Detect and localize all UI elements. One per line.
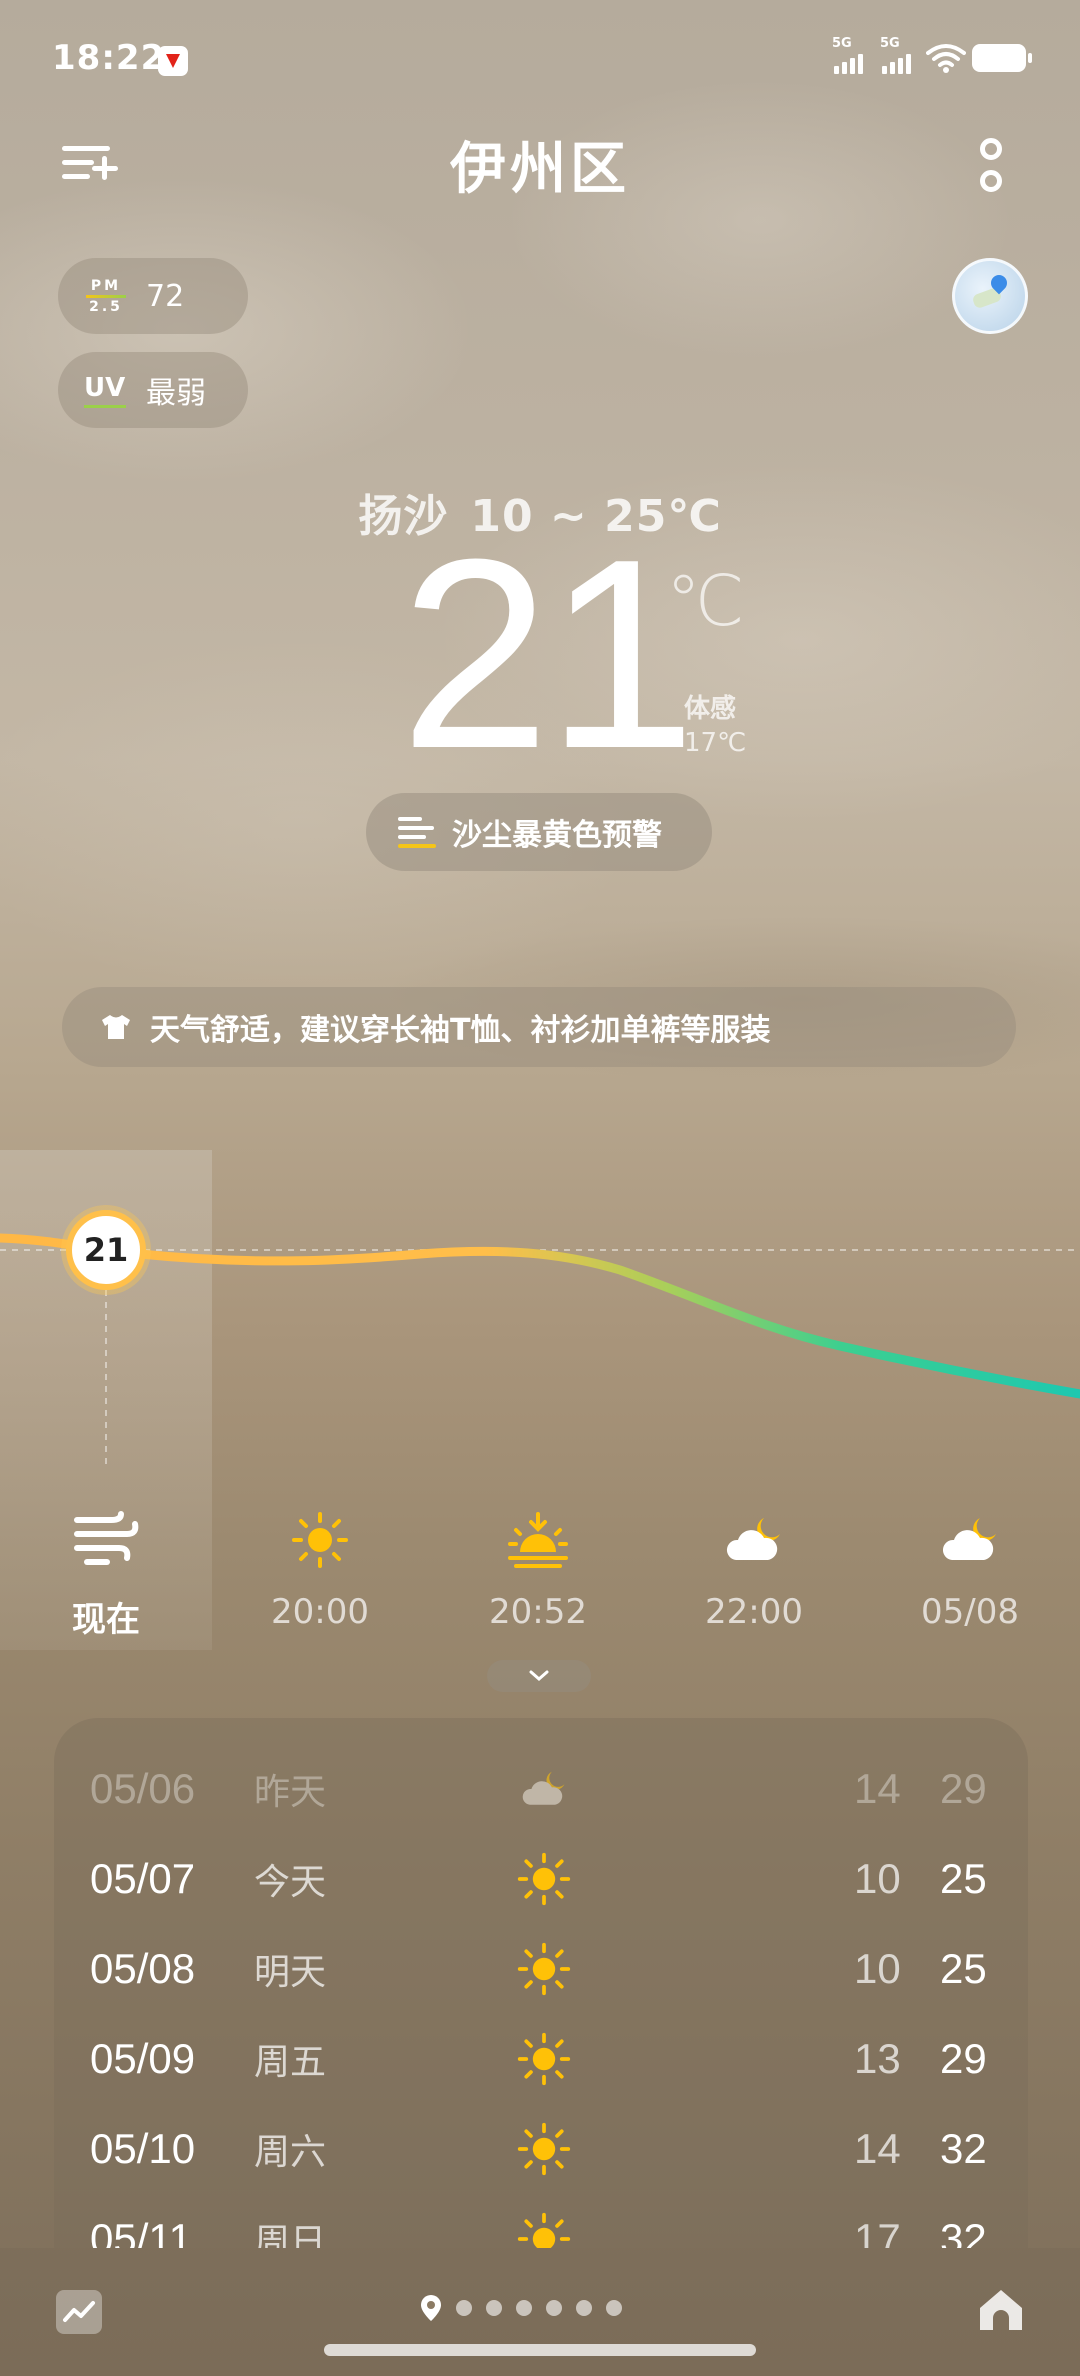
sun-icon — [517, 1942, 571, 1996]
hour-label: 22:00 — [705, 1592, 803, 1632]
gesture-bar[interactable] — [324, 2344, 756, 2356]
dust-storm-icon — [398, 815, 438, 849]
day-low: 10 — [854, 1855, 901, 1902]
pm25-icon: PM 2.5 — [86, 278, 126, 315]
sun-icon — [517, 2122, 571, 2176]
feels-like-label: 体感 — [684, 694, 737, 724]
trend-button[interactable] — [56, 2290, 102, 2334]
day-low: 10 — [854, 1945, 901, 1992]
daily-forecast-card[interactable]: 05/06 昨天 14 29 05/07 今天 10 25 05/08 明天 1… — [54, 1718, 1028, 2248]
current-temperature: 21 — [400, 504, 696, 805]
hour-item[interactable]: 20:00 — [240, 1500, 400, 1632]
daily-row[interactable]: 05/11 周日 17 32 — [54, 2194, 1028, 2248]
hour-item[interactable]: 22:00 — [674, 1500, 834, 1632]
day-date: 05/09 — [90, 2035, 196, 2082]
hour-label: 20:00 — [271, 1592, 369, 1632]
alert-text: 沙尘暴黄色预警 — [452, 818, 662, 853]
day-name: 周五 — [254, 2042, 327, 2083]
day-low: 14 — [854, 1765, 901, 1812]
shirt-icon — [102, 1015, 130, 1039]
home-button[interactable] — [976, 2286, 1026, 2334]
expand-hourly-button[interactable] — [487, 1660, 591, 1692]
temperature-unit: ℃ — [666, 560, 745, 642]
notification-app-icon — [158, 46, 188, 76]
pm25-value: 72 — [146, 278, 185, 314]
daily-row[interactable]: 05/08 明天 10 25 — [54, 1924, 1028, 2014]
sun-icon — [517, 2032, 571, 2086]
page-dot — [606, 2300, 622, 2316]
day-name: 今天 — [254, 1862, 327, 1903]
weather-alert-button[interactable]: 沙尘暴黄色预警 — [366, 793, 712, 871]
hour-item[interactable]: 05/08 — [890, 1500, 1050, 1632]
day-name: 周日 — [254, 2222, 327, 2248]
hour-label: 20:52 — [489, 1592, 587, 1632]
uv-icon: UV — [84, 373, 126, 408]
page-dot — [546, 2300, 562, 2316]
current-temp-marker: 21 — [66, 1210, 146, 1290]
pm25-index[interactable]: PM 2.5 72 — [58, 258, 248, 334]
day-high: 29 — [940, 2035, 987, 2082]
signal-icon: 5G — [880, 36, 924, 74]
page-dot — [486, 2300, 502, 2316]
hour-label: 现在 — [72, 1600, 140, 1640]
day-high: 25 — [940, 1855, 987, 1902]
day-date: 05/07 — [90, 1855, 196, 1902]
day-date: 05/11 — [90, 2215, 192, 2248]
sunset-icon — [508, 1512, 568, 1568]
signal-icon: 5G — [832, 36, 876, 74]
city-title[interactable]: 伊州区 — [0, 124, 1080, 205]
day-date: 05/08 — [90, 1945, 196, 1992]
city-page-indicator[interactable] — [420, 2294, 622, 2322]
day-high: 29 — [940, 1765, 987, 1812]
clothing-tip[interactable]: 天气舒适，建议穿长袖T恤、衬衫加单裤等服装 — [62, 987, 1016, 1067]
hour-label: 05/08 — [921, 1592, 1019, 1632]
day-low: 14 — [854, 2125, 901, 2172]
hour-item[interactable]: 现在 — [26, 1500, 186, 1641]
more-options-button[interactable] — [972, 138, 1012, 198]
wifi-icon — [926, 44, 966, 73]
status-time: 18:22 — [52, 38, 166, 78]
day-high: 25 — [940, 1945, 987, 1992]
temp-curve-line — [0, 1233, 1080, 1399]
daily-row[interactable]: 05/06 昨天 14 29 — [54, 1744, 1028, 1834]
temperature-curve — [0, 1233, 1080, 1470]
uv-index[interactable]: UV 最弱 — [58, 352, 248, 428]
chevron-down-icon — [529, 1670, 549, 1681]
cloudy-night-icon — [522, 1771, 565, 1805]
feels-like-value: 17℃ — [684, 728, 747, 758]
sun-icon — [517, 1852, 571, 1906]
sun-icon — [292, 1512, 348, 1568]
hour-item[interactable]: 20:52 — [458, 1500, 618, 1632]
day-name: 昨天 — [254, 1772, 327, 1813]
daily-row[interactable]: 05/07 今天 10 25 — [54, 1834, 1028, 1924]
daily-row[interactable]: 05/09 周五 13 29 — [54, 2014, 1028, 2104]
page-dot — [456, 2300, 472, 2316]
daily-row[interactable]: 05/10 周六 14 32 — [54, 2104, 1028, 2194]
map-button[interactable] — [952, 258, 1028, 334]
day-date: 05/10 — [90, 2125, 196, 2172]
uv-value: 最弱 — [146, 376, 206, 411]
day-name: 明天 — [254, 1952, 327, 1993]
cloudy-night-icon — [942, 1518, 996, 1560]
day-high: 32 — [940, 2125, 987, 2172]
day-high: 32 — [940, 2215, 987, 2248]
day-low: 13 — [854, 2035, 901, 2082]
tip-text: 天气舒适，建议穿长袖T恤、衬衫加单裤等服装 — [150, 1013, 771, 1048]
day-low: 17 — [854, 2215, 901, 2248]
dust-wind-icon — [74, 1511, 139, 1565]
home-icon — [980, 2290, 1022, 2330]
page-dot — [516, 2300, 532, 2316]
cloudy-night-icon — [726, 1518, 780, 1560]
trend-chart-icon — [63, 2301, 95, 2322]
day-name: 周六 — [254, 2132, 327, 2173]
page-dot — [576, 2300, 592, 2316]
day-date: 05/06 — [90, 1765, 196, 1812]
sun-icon — [517, 2212, 571, 2248]
location-pin-icon — [421, 2295, 441, 2321]
battery-icon — [972, 44, 1032, 72]
